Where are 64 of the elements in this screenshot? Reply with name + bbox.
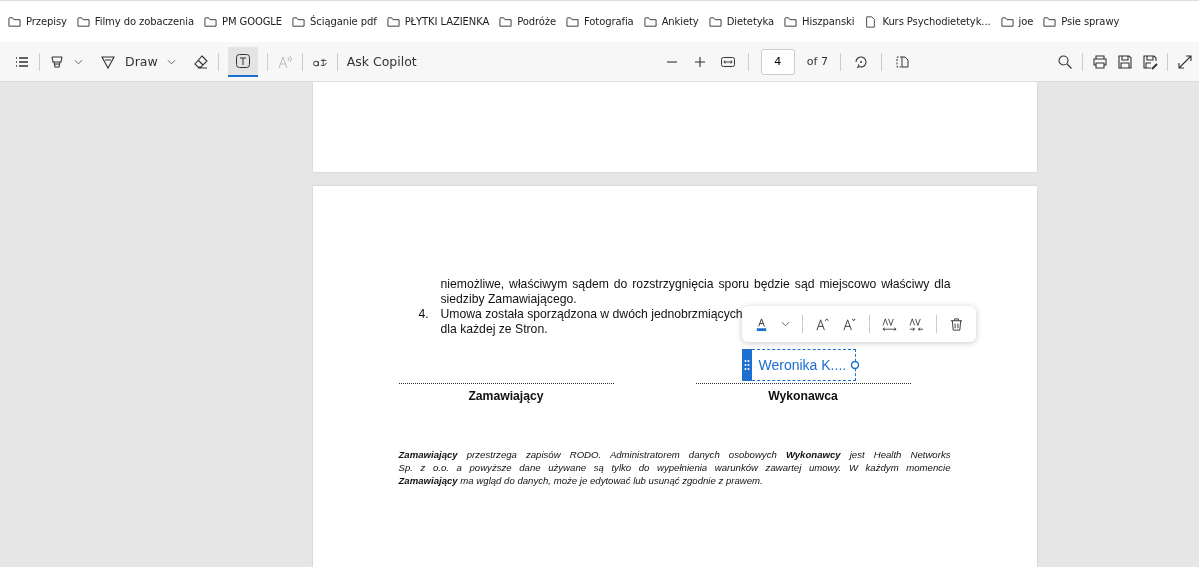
text-line: Sp. z o.o. a powyższe dane używane są tylko do wypełnienia warunków zawartej umowy. W każdym momencie [398, 461, 951, 474]
delete-icon[interactable] [948, 316, 964, 332]
signature-label: Wykonawca [768, 389, 838, 404]
annotation-text[interactable]: Weronika K.... [751, 357, 851, 373]
text-line: Zamawiający przestrzega zapisów RODO. Administratorem danych osobowych Wykonawcy jest Health Networks [398, 448, 951, 461]
chevron-down-icon[interactable] [74, 58, 83, 65]
bookmark[interactable]: Filmy do zobaczenia [76, 15, 194, 28]
text-line: dla każdej ze Stron. [440, 322, 549, 337]
folder-icon [76, 15, 90, 28]
bookmark[interactable]: joe [1000, 15, 1034, 28]
bookmark[interactable]: Psie sprawy [1043, 15, 1120, 28]
resize-handle-icon[interactable] [850, 360, 861, 370]
document-icon [864, 15, 878, 28]
folder-icon [784, 15, 798, 28]
folder-icon [566, 15, 580, 28]
folder-icon [1000, 15, 1014, 28]
search-icon[interactable] [1057, 53, 1073, 70]
ask-copilot-button[interactable]: Ask Copilot [346, 54, 417, 69]
text-line: siedziby Zamawiającego. [439, 292, 578, 307]
folder-icon [643, 15, 657, 28]
list-number: 4. [417, 307, 430, 323]
bookmark[interactable]: PM GOOGLE [204, 15, 283, 28]
signature-label: Zamawiający [468, 389, 544, 404]
chevron-down-icon[interactable] [166, 58, 176, 65]
folder-icon [204, 15, 217, 28]
text-annotation[interactable]: Weronika K.... [741, 349, 857, 381]
eraser-icon[interactable] [192, 53, 209, 70]
text-box-button[interactable] [227, 46, 258, 77]
folder-icon [292, 15, 306, 28]
bookmark[interactable]: Przepisy [8, 15, 67, 28]
chevron-down-icon[interactable] [780, 321, 790, 327]
rotate-icon[interactable] [852, 53, 869, 70]
bookmark[interactable]: Kurs Psychodietetyk... [864, 15, 991, 28]
pen-icon[interactable] [100, 53, 116, 70]
draw-label[interactable]: Draw [125, 54, 158, 69]
drag-handle-icon[interactable] [741, 349, 752, 381]
bookmark[interactable]: Hiszpanski [784, 15, 855, 28]
expand-icon[interactable] [1177, 53, 1193, 70]
decrease-font-icon[interactable] [841, 316, 857, 332]
bookmark[interactable]: Fotografia [566, 15, 634, 28]
bookmark[interactable]: PŁYTKI LAZIENKA [386, 15, 490, 28]
increase-font-icon[interactable] [814, 316, 830, 332]
bookmark[interactable]: Ankiety [643, 15, 699, 28]
expand-spacing-icon[interactable] [881, 316, 897, 332]
two-page-icon[interactable] [893, 53, 910, 70]
bookmark[interactable]: Dietetyka [708, 15, 775, 28]
condense-spacing-icon[interactable] [908, 316, 924, 332]
text-line: niemożliwe, właściwym sądem do rozstrzygnięcia sporu będzie sąd miejscowo właściwy dla [439, 277, 951, 292]
save-as-icon[interactable] [1142, 53, 1158, 70]
folder-icon [8, 15, 21, 28]
text-line: Umowa została sporządzona w dwóch jednobrzmiących [440, 307, 743, 322]
page-count: of 7 [806, 55, 828, 68]
folder-icon [499, 15, 513, 28]
bookmark[interactable]: Podróże [499, 15, 557, 28]
text-icon [234, 52, 251, 69]
folder-icon [386, 15, 400, 28]
text-line: Zamawiający ma wgląd do danych, może je edytować lub usunąć zgodnie z prawem. [398, 474, 764, 487]
save-icon[interactable] [1117, 53, 1133, 70]
bookmark[interactable]: Ściąganie pdf [292, 15, 377, 28]
folder-icon [708, 15, 722, 28]
folder-icon [1043, 15, 1057, 28]
page-number-field[interactable]: 4 [760, 48, 795, 75]
print-icon[interactable] [1092, 53, 1108, 70]
highlighter-icon[interactable] [49, 53, 65, 70]
